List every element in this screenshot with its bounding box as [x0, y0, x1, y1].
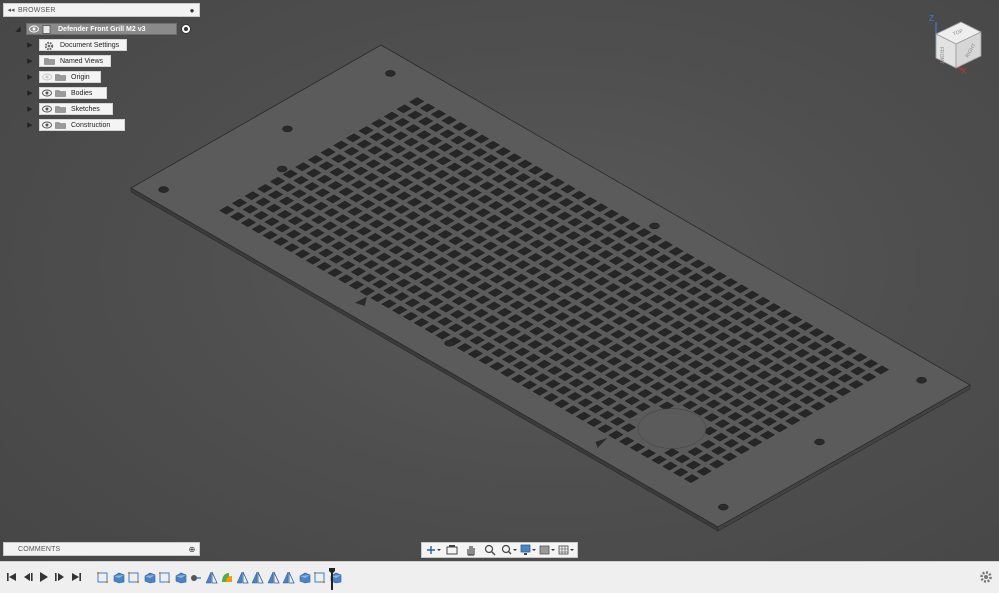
root-component-label: Defender Front Grill M2 v3 — [58, 25, 146, 33]
eye-icon[interactable] — [42, 88, 52, 98]
gear-icon — [44, 41, 54, 51]
sketch-icon[interactable] — [127, 571, 140, 584]
viewcube[interactable]: Z X TOP FRONT RIGHT — [925, 12, 985, 76]
sketch-icon[interactable] — [96, 571, 109, 584]
browser-header: ◂◂ BROWSER ● — [3, 3, 200, 17]
mounting-hole — [276, 165, 288, 173]
mounting-hole — [282, 125, 293, 133]
mounting-hole — [916, 376, 927, 384]
browser-item-label: Construction — [71, 121, 111, 129]
navigation-toolbar — [421, 542, 578, 558]
extrude-icon[interactable] — [112, 571, 125, 584]
expand-arrow-icon[interactable]: ▶ — [26, 39, 34, 51]
mounting-hole — [649, 222, 660, 230]
display-settings-icon[interactable] — [520, 544, 536, 556]
timeline-bar — [0, 561, 999, 593]
add-comment-icon[interactable]: ⊕ — [185, 545, 199, 554]
sketch-icon[interactable] — [313, 571, 326, 584]
folder-icon — [44, 57, 55, 65]
zoom-window-icon[interactable] — [501, 544, 517, 556]
eye-icon[interactable] — [29, 24, 39, 34]
browser-item-construction[interactable]: Construction — [39, 119, 125, 131]
folder-icon — [55, 73, 66, 81]
grill-plate-model[interactable] — [0, 0, 999, 560]
expand-arrow-icon[interactable]: ▶ — [26, 71, 34, 83]
browser-item-bodies[interactable]: Bodies — [39, 87, 107, 99]
browser-item-sketches[interactable]: Sketches — [39, 103, 113, 115]
browser-item-label: Sketches — [71, 105, 100, 113]
expand-arrow-icon[interactable]: ▶ — [26, 87, 34, 99]
mounting-hole — [718, 503, 729, 511]
mounting-hole — [814, 438, 825, 446]
plate-badge-area — [637, 408, 707, 449]
browser-item-label: Origin — [71, 73, 90, 81]
collapse-panel-icon[interactable]: ◂◂ — [4, 6, 18, 14]
comments-header[interactable]: COMMENTS ⊕ — [3, 542, 200, 556]
mounting-hole — [444, 339, 455, 347]
expand-arrow-icon[interactable]: ▶ — [26, 55, 34, 67]
axis-z-label: Z — [929, 14, 934, 23]
mirror-icon[interactable] — [267, 571, 280, 584]
expand-arrow-icon[interactable]: ▶ — [26, 119, 34, 131]
play-icon[interactable] — [38, 571, 50, 583]
folder-icon — [55, 121, 66, 129]
mounting-hole — [385, 70, 396, 77]
pan-icon[interactable] — [463, 544, 479, 556]
folder-icon — [55, 105, 66, 113]
mirror-icon[interactable] — [251, 571, 264, 584]
mounting-hole — [158, 186, 169, 193]
browser-item-document-settings[interactable]: Document Settings — [39, 39, 127, 51]
pin-panel-icon[interactable]: ● — [185, 6, 199, 15]
extrude-icon[interactable] — [143, 571, 156, 584]
expand-arrow-icon[interactable]: ▶ — [26, 103, 34, 115]
grid-settings-icon[interactable] — [558, 544, 574, 556]
browser-item-label: Document Settings — [60, 41, 120, 49]
zoom-icon[interactable] — [482, 544, 498, 556]
orbit-icon[interactable] — [425, 544, 442, 556]
browser-item-label: Named Views — [60, 57, 104, 65]
folder-icon — [55, 89, 66, 97]
extrude-icon[interactable] — [298, 571, 311, 584]
eye-hidden-icon[interactable] — [42, 72, 52, 82]
model-viewport[interactable] — [0, 0, 999, 560]
document-icon — [42, 25, 52, 34]
comments-title: COMMENTS — [18, 545, 61, 553]
browser-item-origin[interactable]: Origin — [39, 71, 101, 83]
expand-arrow-icon[interactable]: ◢ — [14, 23, 22, 35]
look-at-icon[interactable] — [444, 544, 460, 556]
eye-icon[interactable] — [42, 120, 52, 130]
plate-top-face — [130, 44, 971, 528]
browser-item-label: Bodies — [71, 89, 93, 97]
move-icon[interactable] — [189, 571, 202, 584]
visual-style-icon[interactable] — [539, 544, 555, 556]
browser-title: BROWSER — [18, 6, 56, 14]
browser-item-named-views[interactable]: Named Views — [39, 55, 111, 67]
pattern-icon[interactable] — [220, 571, 233, 584]
timeline-settings-gear-icon[interactable] — [979, 570, 993, 584]
viewcube-front-label: FRONT — [938, 47, 944, 64]
sketch-icon[interactable] — [158, 571, 171, 584]
mirror-icon[interactable] — [282, 571, 295, 584]
extrude-icon[interactable] — [174, 571, 187, 584]
eye-icon[interactable] — [42, 104, 52, 114]
activate-radio-icon[interactable] — [180, 23, 192, 35]
step-forward-icon[interactable] — [54, 571, 66, 583]
step-back-icon[interactable] — [22, 571, 34, 583]
skip-to-start-icon[interactable] — [6, 571, 18, 583]
timeline-marker[interactable] — [329, 568, 335, 590]
root-component[interactable]: Defender Front Grill M2 v3 — [26, 23, 177, 35]
skip-to-end-icon[interactable] — [70, 571, 82, 583]
mirror-icon[interactable] — [205, 571, 218, 584]
mirror-icon[interactable] — [236, 571, 249, 584]
axis-x-label: X — [961, 67, 967, 76]
